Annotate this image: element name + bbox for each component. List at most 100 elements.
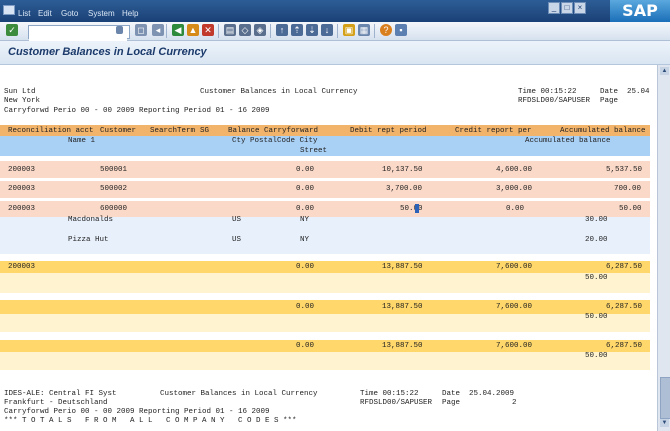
row-credit[interactable]: 4,600.00: [496, 166, 532, 174]
col-cty-postal-city[interactable]: Cty PostalCode City: [232, 137, 318, 145]
col-street[interactable]: Street: [300, 147, 327, 155]
menu-goto[interactable]: Goto: [61, 9, 78, 18]
back-arrow-icon[interactable]: ◂: [152, 24, 164, 36]
footer-city: Frankfurt - Deutschland: [4, 399, 108, 407]
total-debit[interactable]: 13,887.50: [382, 263, 423, 271]
total-accum-2[interactable]: 50.00: [585, 352, 608, 360]
total-sub-band: [0, 314, 650, 332]
menu-help[interactable]: Help: [122, 9, 138, 18]
col-accumulated[interactable]: Accumulated balance: [560, 127, 646, 135]
create-shortcut-icon[interactable]: ▦: [358, 24, 370, 36]
total-credit[interactable]: 7,600.00: [496, 263, 532, 271]
row-customer[interactable]: 600000: [100, 205, 127, 213]
menu-list[interactable]: List: [18, 9, 30, 18]
total-band: [0, 300, 650, 314]
customize-layout-icon[interactable]: ▪: [395, 24, 407, 36]
row-balance[interactable]: 0.00: [296, 166, 314, 174]
save-icon[interactable]: ◻: [135, 24, 147, 36]
report-page-label: Page: [600, 97, 619, 105]
sub-row-region[interactable]: NY: [300, 216, 309, 224]
total-accum-2[interactable]: 50.00: [585, 313, 608, 321]
scroll-down-icon[interactable]: ▼: [660, 419, 669, 427]
row-recon[interactable]: 200003: [8, 166, 35, 174]
total-balance[interactable]: 0.00: [296, 263, 314, 271]
exit-icon[interactable]: ▲: [187, 24, 199, 36]
sub-row-region[interactable]: NY: [300, 236, 309, 244]
maximize-icon[interactable]: □: [561, 2, 573, 14]
col-customer[interactable]: Customer: [100, 127, 136, 135]
last-page-icon[interactable]: ↓: [321, 24, 333, 36]
footer-company: IDES-ALE: Central FI Syst: [4, 390, 117, 398]
find-icon[interactable]: ◇: [239, 24, 251, 36]
next-page-icon[interactable]: ⇣: [306, 24, 318, 36]
back-icon[interactable]: ◀: [172, 24, 184, 36]
sub-row-value[interactable]: 30.00: [585, 216, 608, 224]
row-debit[interactable]: 3,700.00: [386, 185, 422, 193]
row-accum[interactable]: 700.00: [614, 185, 641, 193]
row-recon[interactable]: 200003: [8, 205, 35, 213]
previous-page-icon[interactable]: ⇡: [291, 24, 303, 36]
col-name1[interactable]: Name 1: [68, 137, 95, 145]
col-reconciliation[interactable]: Reconciliation acct: [8, 127, 94, 135]
menu-edit[interactable]: Edit: [38, 9, 52, 18]
report-id: RFDSLD00/SAPUSER: [518, 97, 591, 105]
report-date: Date 25.04: [600, 88, 650, 96]
report-header-title: Customer Balances in Local Currency: [200, 88, 358, 96]
footer-page-label: Page: [442, 399, 461, 407]
sap-window-icon[interactable]: [3, 5, 15, 15]
row-credit[interactable]: 0.00: [506, 205, 524, 213]
first-page-icon[interactable]: ↑: [276, 24, 288, 36]
col-debit[interactable]: Debit rept period: [350, 127, 427, 135]
total-accum[interactable]: 6,287.50: [606, 342, 642, 350]
command-input[interactable]: [29, 31, 127, 42]
sub-row-country[interactable]: US: [232, 216, 241, 224]
cancel-icon[interactable]: ✕: [202, 24, 214, 36]
row-debit[interactable]: 10,137.50: [382, 166, 423, 174]
row-customer[interactable]: 500002: [100, 185, 127, 193]
menu-bar: List Edit Goto System Help _ □ × SAP: [0, 0, 670, 22]
command-dropdown-icon[interactable]: [116, 26, 123, 34]
total-balance[interactable]: 0.00: [296, 303, 314, 311]
enter-icon[interactable]: ✓: [6, 24, 18, 36]
menu-system[interactable]: System: [88, 9, 115, 18]
row-debit[interactable]: 50.00: [400, 205, 423, 213]
row-balance[interactable]: 0.00: [296, 205, 314, 213]
vertical-scrollbar[interactable]: ▲ ▼: [657, 65, 670, 431]
sub-row-country[interactable]: US: [232, 236, 241, 244]
footer-header-title: Customer Balances in Local Currency: [160, 390, 318, 398]
row-customer[interactable]: 500001: [100, 166, 127, 174]
print-icon[interactable]: ▤: [224, 24, 236, 36]
row-recon[interactable]: 200003: [8, 185, 35, 193]
total-accum[interactable]: 6,287.50: [606, 303, 642, 311]
scroll-up-icon[interactable]: ▲: [660, 67, 669, 75]
find-next-icon[interactable]: ◈: [254, 24, 266, 36]
total-credit[interactable]: 7,600.00: [496, 303, 532, 311]
command-field[interactable]: [28, 25, 130, 42]
row-accum[interactable]: 5,537.50: [606, 166, 642, 174]
col-sg[interactable]: SG: [200, 127, 209, 135]
total-debit[interactable]: 13,887.50: [382, 342, 423, 350]
sub-row-name[interactable]: Macdonalds: [68, 216, 113, 224]
scrollbar-thumb[interactable]: [660, 377, 670, 419]
col-balance-carryforward[interactable]: Balance Carryforward: [228, 127, 318, 135]
total-debit[interactable]: 13,887.50: [382, 303, 423, 311]
total-accum[interactable]: 6,287.50: [606, 263, 642, 271]
sub-row-name[interactable]: Pizza Hut: [68, 236, 109, 244]
close-icon[interactable]: ×: [574, 2, 586, 14]
col-credit[interactable]: Credit report per: [455, 127, 532, 135]
row-credit[interactable]: 3,000.00: [496, 185, 532, 193]
footer-report-id: RFDSLD00/SAPUSER: [360, 399, 433, 407]
col-searchterm[interactable]: SearchTerm: [150, 127, 195, 135]
create-session-icon[interactable]: ▣: [343, 24, 355, 36]
sub-row-value[interactable]: 20.00: [585, 236, 608, 244]
total-credit[interactable]: 7,600.00: [496, 342, 532, 350]
row-balance[interactable]: 0.00: [296, 185, 314, 193]
col-accumulated-2[interactable]: Accumulated balance: [525, 137, 611, 145]
total-balance[interactable]: 0.00: [296, 342, 314, 350]
help-icon[interactable]: ?: [380, 24, 392, 36]
total-recon[interactable]: 200003: [8, 263, 35, 271]
total-accum-2[interactable]: 50.00: [585, 274, 608, 282]
row-accum[interactable]: 50.00: [619, 205, 642, 213]
minimize-icon[interactable]: _: [548, 2, 560, 14]
title-bar: Customer Balances in Local Currency: [0, 41, 670, 65]
